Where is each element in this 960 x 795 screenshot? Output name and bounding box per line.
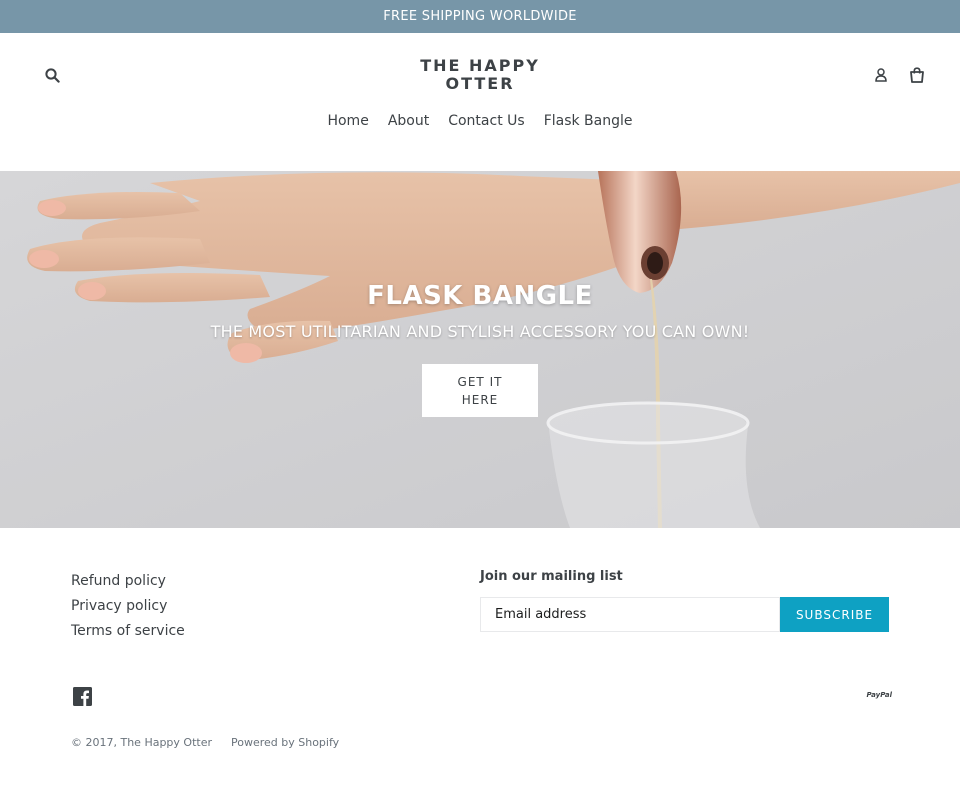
site-footer: Refund policy Privacy policy Terms of se… (0, 528, 960, 795)
hero-subtitle: THE MOST UTILITARIAN AND STYLISH ACCESSO… (210, 322, 750, 341)
copyright-text[interactable]: © 2017, The Happy Otter (71, 736, 212, 749)
search-icon (44, 67, 60, 83)
mailing-list-title: Join our mailing list (480, 569, 623, 584)
powered-by-shopify-link[interactable]: Powered by Shopify (231, 736, 339, 749)
site-header: THE HAPPY OTTER Home About Contact Us Fl… (0, 33, 960, 171)
hero-image (0, 171, 960, 528)
nav-item-contact-us[interactable]: Contact Us (448, 113, 524, 129)
search-button[interactable] (40, 63, 64, 87)
refund-policy-link[interactable]: Refund policy (71, 573, 166, 589)
hero-banner: FLASK BANGLE THE MOST UTILITARIAN AND ST… (0, 171, 960, 528)
main-nav: Home About Contact Us Flask Bangle (0, 113, 960, 129)
cart-button[interactable] (905, 63, 929, 87)
privacy-policy-link[interactable]: Privacy policy (71, 598, 167, 614)
announcement-bar: FREE SHIPPING WORLDWIDE (0, 0, 960, 33)
footer-links: Refund policy Privacy policy Terms of se… (71, 570, 185, 645)
nav-item-home[interactable]: Home (327, 113, 368, 129)
paypal-payment-icon: PayPal (866, 691, 892, 699)
cart-icon (910, 67, 924, 83)
account-icon (875, 68, 887, 82)
hero-title: FLASK BANGLE (367, 281, 593, 311)
facebook-icon (73, 687, 92, 706)
list-item: Terms of service (71, 620, 185, 645)
logo-line-1: THE HAPPY (420, 56, 540, 75)
list-item: Privacy policy (71, 595, 185, 620)
site-logo[interactable]: THE HAPPY OTTER (380, 57, 580, 93)
announcement-text: FREE SHIPPING WORLDWIDE (383, 9, 577, 24)
account-button[interactable] (870, 63, 892, 87)
terms-of-service-link[interactable]: Terms of service (71, 623, 185, 639)
subscribe-button[interactable]: SUBSCRIBE (780, 597, 889, 632)
logo-line-2: OTTER (445, 74, 515, 93)
nav-item-about[interactable]: About (388, 113, 429, 129)
get-it-here-button[interactable]: GET IT HERE (422, 364, 538, 417)
copyright-row: © 2017, The Happy Otter Powered by Shopi… (71, 736, 339, 749)
email-field[interactable] (480, 597, 780, 632)
nav-item-flask-bangle[interactable]: Flask Bangle (544, 113, 633, 129)
facebook-link[interactable] (73, 687, 92, 706)
list-item: Refund policy (71, 570, 185, 595)
